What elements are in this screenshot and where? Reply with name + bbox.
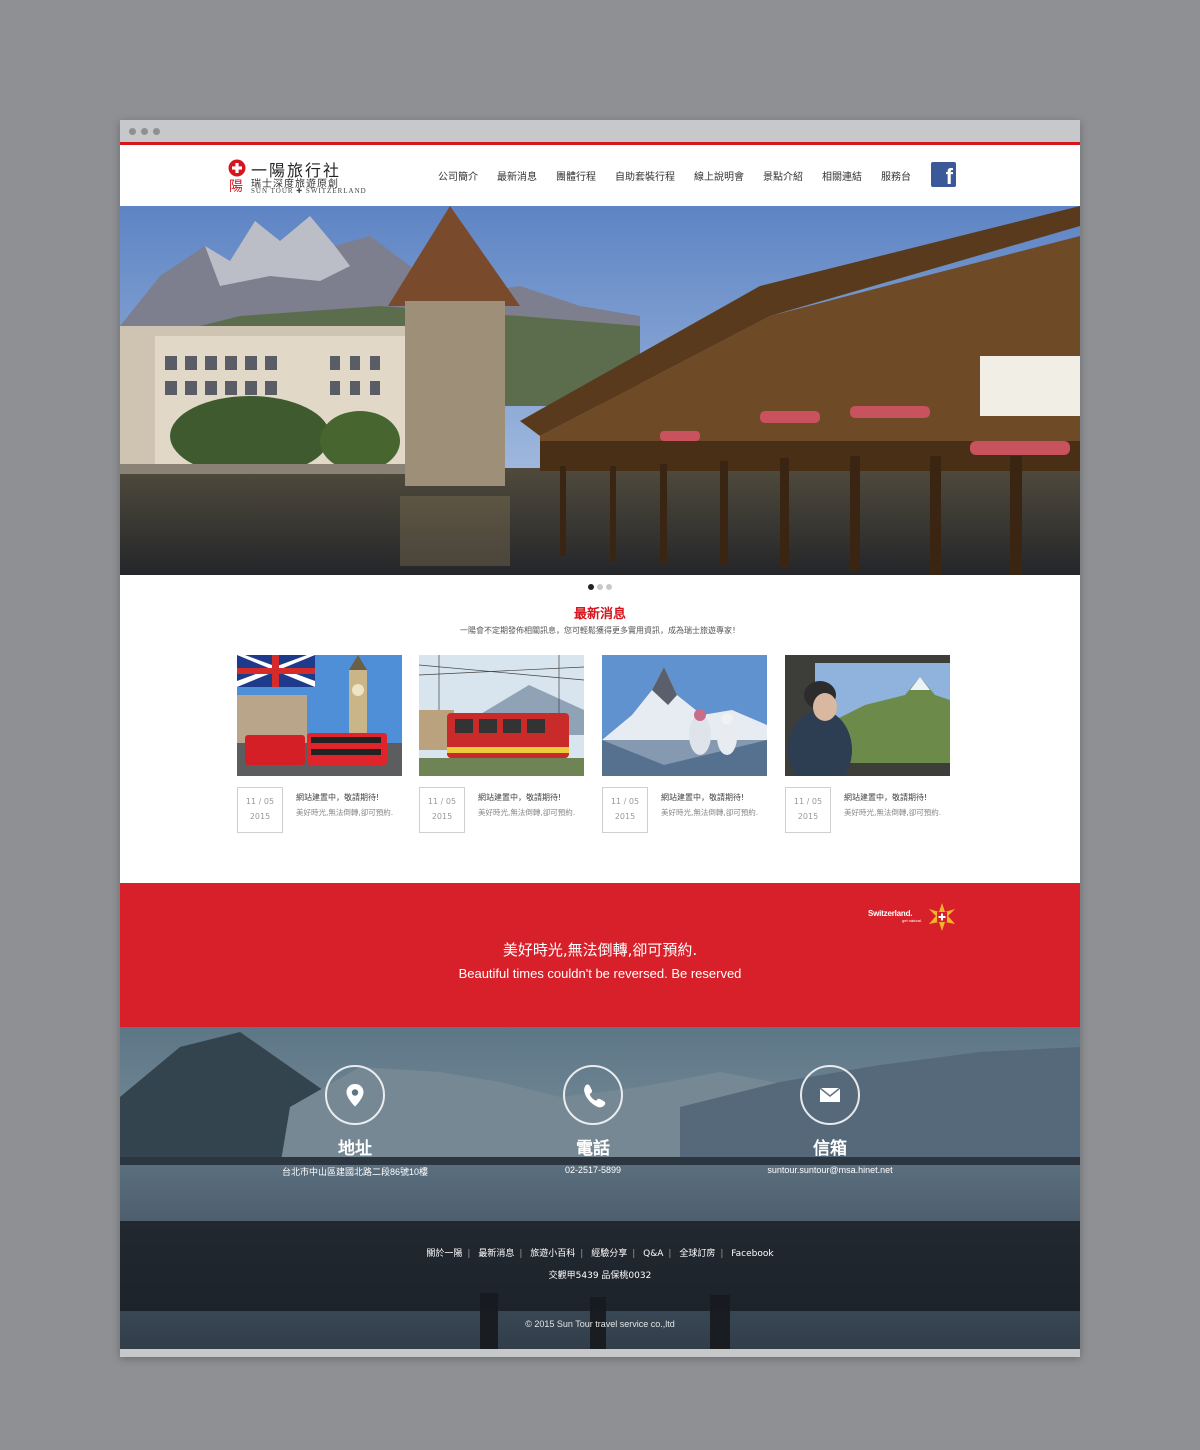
mail-icon[interactable]	[800, 1065, 860, 1125]
switzerland-logo[interactable]: Switzerland. get natural.	[868, 903, 960, 931]
news-title[interactable]: 網站建置中，敬請期待!	[478, 792, 561, 803]
news-image-train-window	[785, 655, 950, 776]
date-year: 2015	[249, 812, 271, 821]
news-image-matterhorn	[602, 655, 767, 776]
nav-item-online-briefing[interactable]: 線上說明會	[694, 168, 744, 183]
date-badge: 11 / 05 2015	[237, 787, 283, 833]
contact-address: 地址 台北市中山區建國北路二段86號10樓	[255, 1065, 455, 1178]
footer-link-facebook[interactable]: Facebook	[731, 1249, 773, 1259]
slider-dot[interactable]	[588, 584, 594, 590]
switzerland-logo-sub: get natural.	[902, 918, 923, 923]
browser-window: 陽 一陽旅行社 瑞士深度旅遊原創 SUN TOUR ✚ SWITZERLAND …	[120, 120, 1080, 1357]
window-dot[interactable]	[129, 128, 136, 135]
contact-section: 地址 台北市中山區建國北路二段86號10樓 電話 02-2517-5899 信箱…	[120, 1027, 1080, 1357]
footer-links: 關於一陽 | 最新消息 | 旅遊小百科 | 經驗分享 | Q&A | 全球訂房 | Face…	[426, 1249, 774, 1259]
nav-item-service[interactable]: 服務台	[881, 168, 911, 183]
news-card[interactable]: 11 / 05 2015 網站建置中，敬請期待! 美好時光,無法倒轉,卻可預約.	[419, 655, 584, 845]
logo-english: SUN TOUR ✚ SWITZERLAND	[251, 187, 367, 195]
contact-email: 信箱 suntour.suntour@msa.hinet.net	[730, 1065, 930, 1175]
news-card[interactable]: 11 / 05 2015 網站建置中，敬請期待! 美好時光,無法倒轉,卻可預約.	[237, 655, 402, 845]
switzerland-logo-text: Switzerland.	[868, 909, 913, 918]
slogan-chinese: 美好時光,無法倒轉,卻可預約.	[502, 941, 698, 959]
news-desc: 美好時光,無法倒轉,卻可預約.	[296, 808, 394, 817]
window-dot[interactable]	[153, 128, 160, 135]
date-day: 11 / 05	[245, 797, 275, 806]
contact-value[interactable]: 02-2517-5899	[493, 1165, 693, 1175]
date-day: 11 / 05	[427, 797, 457, 806]
footer-link-about[interactable]: 關於一陽	[426, 1249, 462, 1259]
date-badge: 11 / 05 2015	[419, 787, 465, 833]
contact-value: 台北市中山區建國北路二段86號10樓	[281, 1167, 429, 1177]
facebook-icon[interactable]: f	[931, 162, 956, 187]
license-info: 交觀甲5439 品保桃0032	[548, 1271, 652, 1281]
footer-link-qa[interactable]: Q&A	[643, 1249, 663, 1259]
swiss-star-icon	[929, 903, 955, 931]
contact-label: 信箱	[813, 1139, 847, 1159]
nav-item-links[interactable]: 相關連結	[822, 168, 862, 183]
news-cards: 11 / 05 2015 網站建置中，敬請期待! 美好時光,無法倒轉,卻可預約.	[120, 655, 1080, 865]
date-year: 2015	[797, 812, 819, 821]
nav-item-packages[interactable]: 自助套裝行程	[615, 168, 675, 183]
hero-slider	[120, 206, 1080, 575]
news-intro: 一陽會不定期發佈相關訊息，您可輕鬆獲得更多實用資訊，成為瑞士旅遊專家！	[460, 626, 740, 635]
map-pin-icon	[325, 1065, 385, 1125]
footer: 關於一陽 | 最新消息 | 旅遊小百科 | 經驗分享 | Q&A | 全球訂房 | Face…	[120, 1221, 1080, 1311]
main-nav: 公司簡介 最新消息 團體行程 自助套裝行程 線上說明會 景點介紹 相關連結 服務…	[438, 168, 930, 183]
footer-link-encyclopedia[interactable]: 旅遊小百科	[530, 1249, 575, 1259]
nav-item-news[interactable]: 最新消息	[497, 168, 537, 183]
footer-link-experiences[interactable]: 經驗分享	[591, 1249, 627, 1259]
browser-toolbar	[120, 120, 1080, 145]
contact-label: 地址	[338, 1139, 372, 1159]
date-year: 2015	[431, 812, 453, 821]
date-day: 11 / 05	[610, 797, 640, 806]
footer-link-hotels[interactable]: 全球訂房	[679, 1249, 715, 1259]
nav-item-attractions[interactable]: 景點介紹	[763, 168, 803, 183]
news-desc: 美好時光,無法倒轉,卻可預約.	[844, 808, 942, 817]
logo-mark-icon: 陽	[228, 159, 246, 195]
date-badge: 11 / 05 2015	[602, 787, 648, 833]
slider-dot[interactable]	[597, 584, 603, 590]
news-card[interactable]: 11 / 05 2015 網站建置中，敬請期待! 美好時光,無法倒轉,卻可預約.	[602, 655, 767, 845]
footer-link-news[interactable]: 最新消息	[478, 1249, 514, 1259]
contact-value[interactable]: suntour.suntour@msa.hinet.net	[730, 1165, 930, 1175]
nav-item-group-tours[interactable]: 團體行程	[556, 168, 596, 183]
slider-dot[interactable]	[606, 584, 612, 590]
news-desc: 美好時光,無法倒轉,卻可預約.	[478, 808, 576, 817]
news-title[interactable]: 網站建置中，敬請期待!	[661, 792, 744, 803]
news-heading: 最新消息	[573, 607, 626, 622]
news-desc: 美好時光,無法倒轉,卻可預約.	[661, 808, 759, 817]
news-section: 最新消息 一陽會不定期發佈相關訊息，您可輕鬆獲得更多實用資訊，成為瑞士旅遊專家！	[120, 603, 1080, 865]
nav-item-about[interactable]: 公司簡介	[438, 168, 478, 183]
site-logo[interactable]: 陽 一陽旅行社 瑞士深度旅遊原創 SUN TOUR ✚ SWITZERLAND	[227, 159, 367, 195]
date-day: 11 / 05	[793, 797, 823, 806]
window-dot[interactable]	[141, 128, 148, 135]
news-image-train	[419, 655, 584, 776]
slogan-english: Beautiful times couldn't be reversed. Be…	[458, 966, 742, 981]
news-title[interactable]: 網站建置中，敬請期待!	[296, 792, 379, 803]
copyright: © 2015 Sun Tour travel service co.,ltd	[525, 1319, 675, 1329]
phone-icon[interactable]	[563, 1065, 623, 1125]
svg-text:陽: 陽	[229, 179, 243, 195]
hero-image	[120, 206, 1080, 575]
date-year: 2015	[614, 812, 636, 821]
news-card[interactable]: 11 / 05 2015 網站建置中，敬請期待! 美好時光,無法倒轉,卻可預約.	[785, 655, 950, 845]
slider-dots	[120, 575, 1080, 599]
news-image-london	[237, 655, 402, 776]
contact-phone: 電話 02-2517-5899	[493, 1065, 693, 1175]
news-title[interactable]: 網站建置中，敬請期待!	[844, 792, 927, 803]
browser-bottom-bar	[120, 1349, 1080, 1357]
slogan-banner: Switzerland. get natural. 美好時光,無法倒轉,卻可預約…	[120, 883, 1080, 1027]
site-header: 陽 一陽旅行社 瑞士深度旅遊原創 SUN TOUR ✚ SWITZERLAND …	[120, 145, 1080, 206]
contact-label: 電話	[576, 1139, 610, 1159]
date-badge: 11 / 05 2015	[785, 787, 831, 833]
